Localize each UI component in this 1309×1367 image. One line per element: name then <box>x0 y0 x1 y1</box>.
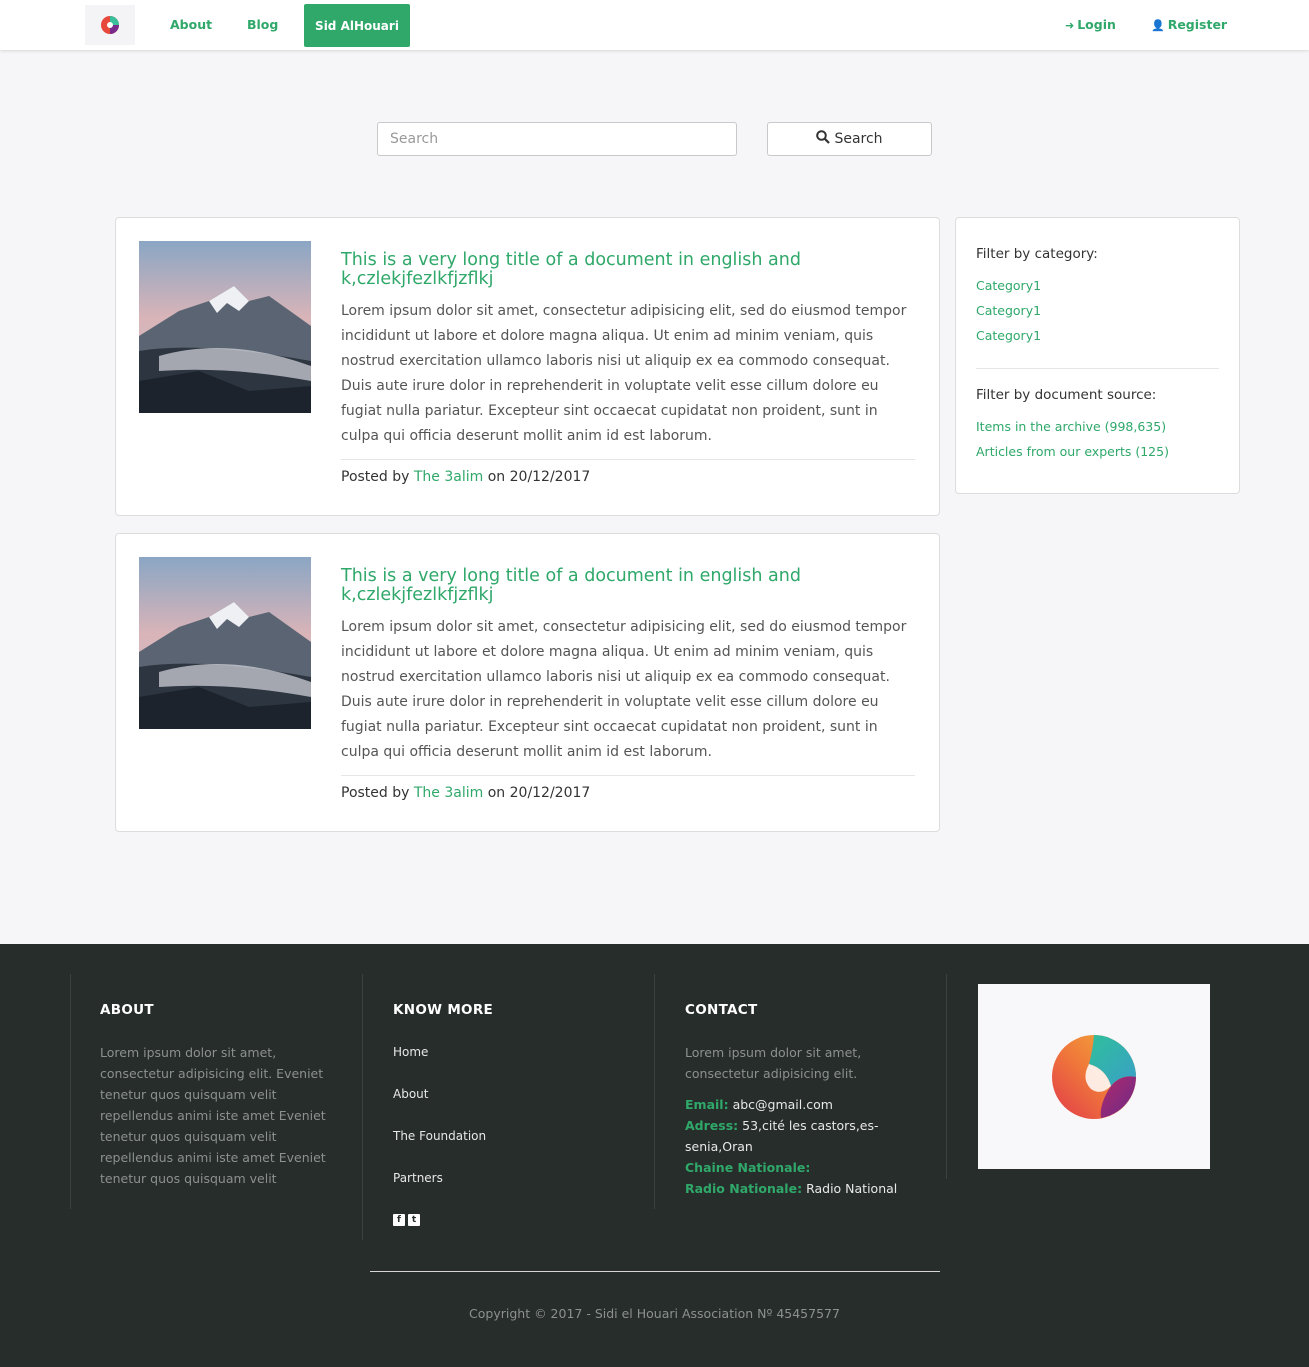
footer-column-divider <box>70 974 71 1209</box>
footer-about-text: Lorem ipsum dolor sit amet, consectetur … <box>100 1045 326 1186</box>
footer-about-link[interactable]: About <box>393 1087 428 1101</box>
footer-column-divider <box>946 974 947 1179</box>
source-filter-archive-link[interactable]: Items in the archive (998,635) <box>976 419 1166 434</box>
register-link[interactable]: 👤 Register <box>1151 0 1227 50</box>
nav-blog-link[interactable]: Blog <box>247 0 278 50</box>
sign-in-icon: ➜ <box>1065 19 1075 32</box>
footer-partners-link[interactable]: Partners <box>393 1171 443 1185</box>
facebook-icon[interactable]: f <box>393 1214 405 1226</box>
brand-logo-icon <box>101 16 119 34</box>
source-filter-experts-link[interactable]: Articles from our experts (125) <box>976 444 1169 459</box>
filter-sidebar: Filter by category: Category1 Category1 … <box>955 217 1240 494</box>
document-title[interactable]: This is a very long title of a document … <box>341 251 901 289</box>
post-date: on 20/12/2017 <box>487 469 591 485</box>
footer-contact-heading: CONTACT <box>685 1002 758 1018</box>
contact-address-line2: senia,Oran <box>685 1139 753 1154</box>
document-title[interactable]: This is a very long title of a document … <box>341 567 901 605</box>
nav-about-link[interactable]: About <box>170 0 212 50</box>
contact-email: Email: abc@gmail.com <box>685 1094 833 1115</box>
document-card: This is a very long title of a document … <box>115 217 940 516</box>
post-date: on 20/12/2017 <box>487 785 591 801</box>
source-filter-heading: Filter by document source: <box>976 387 1157 403</box>
document-card: This is a very long title of a document … <box>115 533 940 832</box>
footer-home-link[interactable]: Home <box>393 1045 428 1059</box>
user-plus-icon: 👤 <box>1151 19 1165 32</box>
author-link[interactable]: The 3alim <box>414 469 483 485</box>
post-meta: Posted by The 3alim on 20/12/2017 <box>341 469 590 485</box>
search-icon <box>816 130 831 148</box>
category-filter-link[interactable]: Category1 <box>976 278 1041 293</box>
footer-about-heading: ABOUT <box>100 1002 154 1018</box>
post-meta: Posted by The 3alim on 20/12/2017 <box>341 785 590 801</box>
footer-contact-text: Lorem ipsum dolor sit amet, consectetur … <box>685 1045 862 1081</box>
posted-by-label: Posted by <box>341 469 410 485</box>
brand-logo[interactable] <box>85 5 135 45</box>
nav-sid-alhouari-link[interactable]: Sid AlHouari <box>304 4 410 47</box>
address-value-line1: 53,cité les castors,es- <box>742 1118 879 1133</box>
search-button-label: Search <box>834 131 883 147</box>
login-link[interactable]: ➜ Login <box>1065 0 1116 50</box>
contact-radio: Radio Nationale: Radio National <box>685 1178 897 1199</box>
copyright-text: Copyright © 2017 - Sidi el Houari Associ… <box>469 1306 840 1321</box>
contact-chaine: Chaine Nationale: <box>685 1157 810 1178</box>
contact-address: Adress: 53,cité les castors,es- <box>685 1115 879 1136</box>
association-logo-icon <box>1052 1034 1136 1119</box>
category-filter-link[interactable]: Category1 <box>976 303 1041 318</box>
divider <box>976 368 1219 369</box>
site-footer: ABOUT Lorem ipsum dolor sit amet, consec… <box>0 944 1309 1367</box>
chaine-label: Chaine Nationale: <box>685 1160 811 1175</box>
social-links: f t <box>393 1214 420 1226</box>
document-thumbnail[interactable] <box>139 241 311 413</box>
author-link[interactable]: The 3alim <box>414 785 483 801</box>
footer-column-divider <box>362 974 363 1240</box>
login-label: Login <box>1077 17 1116 32</box>
search-input[interactable] <box>377 122 737 156</box>
radio-value: Radio National <box>806 1181 898 1196</box>
search-button[interactable]: Search <box>767 122 932 156</box>
divider <box>341 459 915 460</box>
footer-logo <box>978 984 1210 1169</box>
radio-label: Radio Nationale: <box>685 1181 803 1196</box>
footer-foundation-link[interactable]: The Foundation <box>393 1129 486 1143</box>
footer-know-more-heading: KNOW MORE <box>393 1002 494 1018</box>
document-excerpt: Lorem ipsum dolor sit amet, consectetur … <box>341 303 907 444</box>
email-value: abc@gmail.com <box>732 1097 833 1112</box>
top-navbar: About Blog Sid AlHouari ➜ Login 👤 Register <box>0 0 1309 50</box>
footer-divider <box>370 1271 940 1272</box>
twitter-icon[interactable]: t <box>408 1214 420 1226</box>
footer-column-divider <box>654 974 655 1209</box>
document-thumbnail[interactable] <box>139 557 311 729</box>
divider <box>341 775 915 776</box>
category-filter-heading: Filter by category: <box>976 246 1098 262</box>
address-label: Adress: <box>685 1118 739 1133</box>
document-excerpt: Lorem ipsum dolor sit amet, consectetur … <box>341 619 907 760</box>
register-label: Register <box>1167 17 1228 32</box>
posted-by-label: Posted by <box>341 785 410 801</box>
email-label: Email: <box>685 1097 729 1112</box>
category-filter-link[interactable]: Category1 <box>976 328 1041 343</box>
